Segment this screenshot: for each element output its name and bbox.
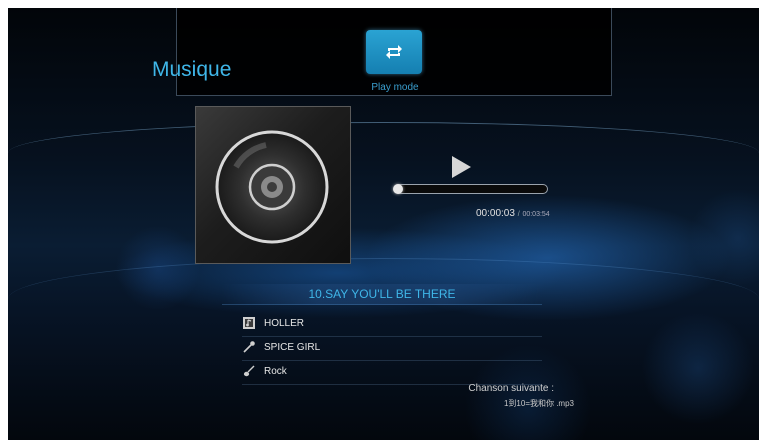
play-icon[interactable] — [452, 156, 471, 178]
elapsed-time: 00:00:03 — [476, 208, 515, 219]
next-song-file: 1到10=我和你 .mp3 — [503, 399, 574, 408]
genre-row: Rock — [242, 362, 542, 385]
time-display: 00:00:03 / 00:03:54 — [476, 208, 550, 219]
music-player-screen: Musique Play mode 00:00:03 / 00:03:54 10… — [8, 8, 759, 440]
track-title: 10.SAY YOU'LL BE THERE — [308, 287, 456, 301]
page-title: Musique — [152, 58, 232, 81]
play-mode-label: Play mode — [371, 82, 419, 93]
progress-bar[interactable] — [394, 184, 548, 194]
repeat-icon — [386, 45, 402, 59]
microphone-icon — [243, 341, 255, 353]
progress-knob[interactable] — [393, 184, 403, 194]
guitar-icon — [243, 365, 255, 377]
decorative-arc — [8, 122, 759, 153]
artist-row: SPICE GIRL — [242, 338, 542, 361]
artist-name: SPICE GIRL — [264, 342, 321, 353]
album-row: HOLLER — [242, 314, 542, 337]
total-time: 00:03:54 — [522, 211, 550, 218]
play-mode-button[interactable] — [366, 30, 422, 74]
cd-disc-icon — [215, 130, 329, 244]
album-icon — [243, 317, 255, 329]
genre-name: Rock — [264, 366, 287, 377]
time-separator: / — [517, 211, 520, 218]
next-song-label: Chanson suivante : — [468, 383, 554, 394]
album-name: HOLLER — [264, 318, 305, 329]
album-cover — [195, 106, 351, 264]
